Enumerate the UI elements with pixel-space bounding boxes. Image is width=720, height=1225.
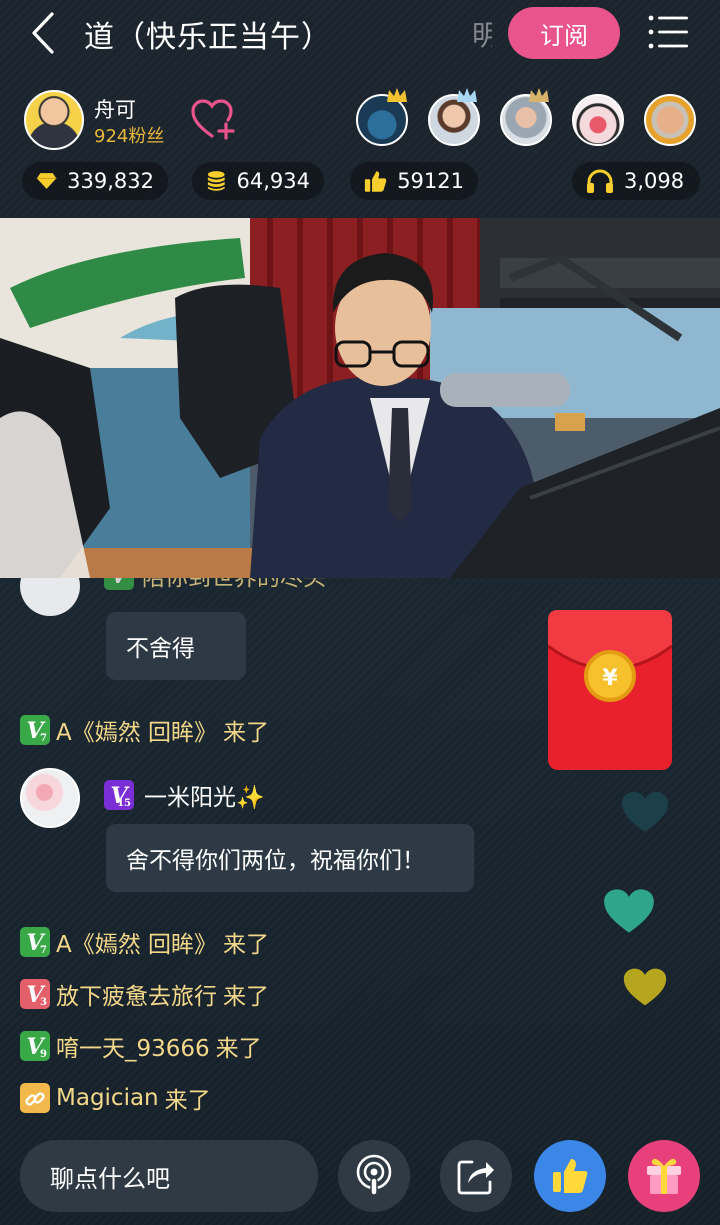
podcast-button[interactable] — [338, 1140, 410, 1212]
menu-icon — [648, 15, 688, 49]
follow-heart-icon — [191, 99, 235, 140]
coin-stat: 64,934 — [192, 162, 324, 200]
enter-notice: V9 唷一天_93666 来了 — [20, 1030, 262, 1062]
coin-count: 64,934 — [236, 169, 310, 193]
channel-title-marquee: 道（快乐正当午） 明 — [84, 8, 492, 58]
podcast-icon — [356, 1154, 392, 1196]
stats-row: 339,832 64,934 59121 3,098 — [0, 162, 720, 202]
enter-action: 来了 — [164, 1088, 211, 1114]
red-packet-button[interactable]: ¥ — [547, 610, 673, 770]
host-name: 舟可 — [94, 98, 136, 122]
red-packet-icon: ¥ — [547, 610, 673, 770]
listener-count: 3,098 — [624, 169, 685, 193]
top-fan-avatar-5[interactable] — [644, 94, 696, 146]
visitor-name[interactable]: 放下疲惫去旅行 — [56, 977, 217, 1011]
level-badge: V7 — [20, 927, 50, 957]
enter-action: 来了 — [223, 932, 270, 958]
chat-user-avatar[interactable] — [20, 768, 80, 828]
thumbs-up-icon — [364, 171, 387, 192]
enter-notice: V7 A《嫣然 回眸》 来了 — [20, 926, 269, 958]
link-badge-icon — [20, 1083, 50, 1113]
thumbs-up-icon — [553, 1159, 588, 1193]
channel-title: 道（快乐正当午） — [84, 20, 332, 55]
visitor-name[interactable]: A《嫣然 回眸》 — [56, 713, 217, 747]
partial-message-text: 陪你到世界的尽头 — [142, 578, 326, 591]
share-button[interactable] — [440, 1140, 512, 1212]
listener-stat: 3,098 — [572, 162, 700, 200]
crown-icon — [387, 88, 407, 102]
heart-icon — [623, 968, 667, 1006]
like-count: 59121 — [397, 169, 464, 193]
heart-icon — [622, 792, 668, 832]
enter-action: 来了 — [223, 984, 269, 1010]
visitor-name[interactable]: Magician — [56, 1085, 159, 1111]
enter-action: 来了 — [215, 1036, 262, 1062]
host-avatar[interactable] — [24, 90, 84, 150]
back-icon — [32, 12, 54, 54]
like-button[interactable] — [534, 1140, 606, 1212]
gift-icon — [647, 1158, 681, 1194]
visitor-name[interactable]: A《嫣然 回眸》 — [56, 925, 217, 959]
host-info-row: 舟可 924粉丝 — [0, 86, 720, 152]
level-number: 3 — [40, 997, 47, 1008]
channel-title-overflow: 明 — [472, 19, 492, 52]
chat-avatar-partial — [20, 578, 80, 616]
top-bar: 道（快乐正当午） 明 订阅 — [0, 0, 720, 66]
gift-button[interactable] — [628, 1140, 700, 1212]
video-frame — [0, 218, 720, 578]
chat-input[interactable]: 聊点什么吧 — [20, 1140, 318, 1212]
enter-notice: V7 A《嫣然 回眸》 来了 — [20, 714, 269, 746]
heart-icon — [604, 889, 654, 933]
chat-bubble: 舍不得你们两位，祝福你们！ — [106, 824, 474, 892]
headphones-icon — [587, 169, 613, 193]
crown-icon — [457, 88, 477, 102]
level-number: 7 — [40, 945, 47, 956]
top-fan-avatar-4[interactable] — [572, 94, 624, 146]
share-icon — [457, 1160, 494, 1195]
chat-user-name[interactable]: 一米阳光✨ — [144, 778, 265, 812]
bottom-toolbar: 聊点什么吧 — [0, 1138, 720, 1225]
back-button[interactable] — [22, 10, 68, 56]
coins-icon — [207, 171, 225, 191]
diamond-icon — [36, 173, 57, 189]
level-badge: V3 — [20, 979, 50, 1009]
diamond-count: 339,832 — [67, 169, 154, 193]
enter-action: 来了 — [223, 720, 270, 746]
enter-notice: Magician 来了 — [20, 1082, 211, 1114]
partial-message: V 陪你到世界的尽头 — [104, 578, 326, 592]
level-badge: V 15 — [104, 780, 134, 810]
level-badge: V9 — [20, 1031, 50, 1061]
svg-text:¥: ¥ — [602, 666, 618, 691]
enter-notice: V3 放下疲惫去旅行 来了 — [20, 978, 269, 1010]
visitor-name[interactable]: 唷一天_93666 — [56, 1029, 210, 1063]
chat-user-row: V 15 一米阳光✨ — [104, 778, 265, 812]
chat-bubble: 不舍得 — [106, 612, 246, 680]
follow-button[interactable] — [190, 98, 238, 142]
level-number: 15 — [117, 798, 131, 809]
menu-button[interactable] — [648, 14, 690, 50]
level-badge: V — [104, 578, 134, 590]
crown-icon — [529, 88, 549, 102]
live-video-stream[interactable] — [0, 218, 720, 578]
subscribe-button[interactable]: 订阅 — [508, 7, 620, 59]
level-number: 7 — [40, 733, 47, 744]
like-stat: 59121 — [350, 162, 478, 200]
host-fans-count: 924粉丝 — [94, 126, 165, 147]
level-badge: V7 — [20, 715, 50, 745]
diamond-stat: 339,832 — [22, 162, 168, 200]
level-number: 9 — [40, 1049, 47, 1060]
